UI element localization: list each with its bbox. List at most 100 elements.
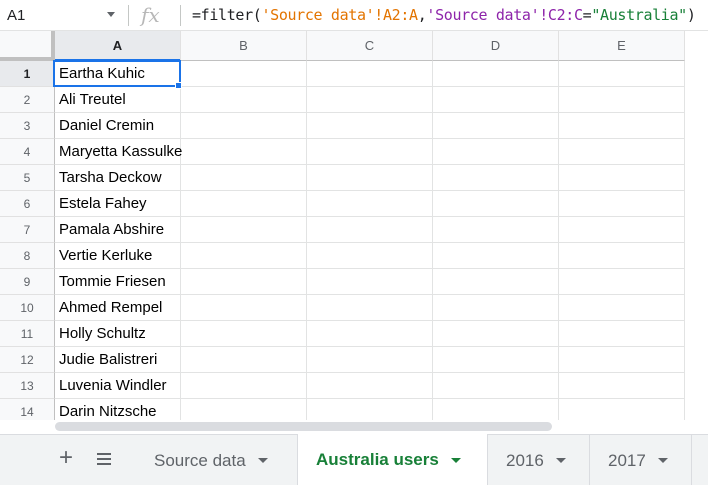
cell-c5[interactable] [307,165,433,191]
cell-d2[interactable] [433,87,559,113]
cell-a4[interactable]: Maryetta Kassulke [55,139,182,165]
cell-e4[interactable] [559,139,685,165]
row-header-1[interactable]: 1 [0,61,55,87]
add-sheet-button[interactable]: + [52,445,80,473]
cell-b12[interactable] [181,347,307,373]
row-header-6[interactable]: 6 [0,191,55,217]
cell-e7[interactable] [559,217,685,243]
cell-e5[interactable] [559,165,685,191]
cell-a7[interactable]: Pamala Abshire [55,217,181,243]
row-header-9[interactable]: 9 [0,269,55,295]
sheet-tab-source-data[interactable]: Source data [136,435,298,485]
cell-e8[interactable] [559,243,685,269]
cell-c2[interactable] [307,87,433,113]
cell-c11[interactable] [307,321,433,347]
cell-a14[interactable]: Darin Nitzsche [55,399,181,420]
cell-b6[interactable] [181,191,307,217]
cell-e9[interactable] [559,269,685,295]
cell-d13[interactable] [433,373,559,399]
cell-a8[interactable]: Vertie Kerluke [55,243,181,269]
cell-a6[interactable]: Estela Fahey [55,191,181,217]
row-header-11[interactable]: 11 [0,321,55,347]
cell-c6[interactable] [307,191,433,217]
cell-b3[interactable] [181,113,307,139]
cell-d4[interactable] [433,139,559,165]
cell-a13[interactable]: Luvenia Windler [55,373,181,399]
cell-b10[interactable] [181,295,307,321]
cell-e3[interactable] [559,113,685,139]
column-header-a[interactable]: A [55,31,181,61]
row-header-2[interactable]: 2 [0,87,55,113]
sheet-tab-australia-users[interactable]: Australia users [298,434,488,485]
cell-d3[interactable] [433,113,559,139]
row-header-5[interactable]: 5 [0,165,55,191]
cell-a2[interactable]: Ali Treutel [55,87,181,113]
row-header-12[interactable]: 12 [0,347,55,373]
cell-e2[interactable] [559,87,685,113]
row-header-8[interactable]: 8 [0,243,55,269]
cell-c8[interactable] [307,243,433,269]
fill-handle[interactable] [175,82,182,89]
row-header-3[interactable]: 3 [0,113,55,139]
cell-e12[interactable] [559,347,685,373]
cell-b5[interactable] [181,165,307,191]
chevron-down-icon[interactable] [657,458,668,463]
chevron-down-icon[interactable] [107,12,115,17]
cell-a5[interactable]: Tarsha Deckow [55,165,181,191]
cell-d14[interactable] [433,399,559,420]
row-header-10[interactable]: 10 [0,295,55,321]
cell-b9[interactable] [181,269,307,295]
cell-a10[interactable]: Ahmed Rempel [55,295,181,321]
formula-input[interactable]: =filter('Source data'!A2:A,'Source data'… [192,6,696,24]
chevron-down-icon[interactable] [450,457,461,463]
cell-c7[interactable] [307,217,433,243]
sheet-tab-2017[interactable]: 2017 [590,435,692,485]
cell-b2[interactable] [181,87,307,113]
cell-d9[interactable] [433,269,559,295]
cell-b13[interactable] [181,373,307,399]
cell-c12[interactable] [307,347,433,373]
column-header-b[interactable]: B [181,31,307,61]
cell-c1[interactable] [307,61,433,87]
cell-d11[interactable] [433,321,559,347]
cell-c13[interactable] [307,373,433,399]
cell-d5[interactable] [433,165,559,191]
horizontal-scrollbar[interactable] [55,420,708,434]
cell-e13[interactable] [559,373,685,399]
cell-e10[interactable] [559,295,685,321]
chevron-down-icon[interactable] [555,458,566,463]
row-header-14[interactable]: 14 [0,399,55,420]
cell-a12[interactable]: Judie Balistreri [55,347,181,373]
cell-d6[interactable] [433,191,559,217]
cell-a9[interactable]: Tommie Friesen [55,269,181,295]
cell-d8[interactable] [433,243,559,269]
cell-e6[interactable] [559,191,685,217]
cell-d7[interactable] [433,217,559,243]
row-header-13[interactable]: 13 [0,373,55,399]
cell-b7[interactable] [181,217,307,243]
cell-b8[interactable] [181,243,307,269]
cell-d1[interactable] [433,61,559,87]
cell-b14[interactable] [181,399,307,420]
row-header-4[interactable]: 4 [0,139,55,165]
all-sheets-menu-icon[interactable] [93,449,115,469]
cell-d10[interactable] [433,295,559,321]
cell-a3[interactable]: Daniel Cremin [55,113,181,139]
cell-a11[interactable]: Holly Schultz [55,321,181,347]
cell-c4[interactable] [307,139,433,165]
scrollbar-thumb[interactable] [55,422,552,431]
cell-e1[interactable] [559,61,685,87]
cell-e11[interactable] [559,321,685,347]
cell-b11[interactable] [181,321,307,347]
column-header-c[interactable]: C [307,31,433,61]
cell-b1[interactable] [181,61,307,87]
column-header-e[interactable]: E [559,31,685,61]
cell-c9[interactable] [307,269,433,295]
cell-b4[interactable] [181,139,307,165]
cell-a1[interactable]: Eartha Kuhic [55,61,181,87]
select-all-corner[interactable] [0,31,55,61]
cell-c14[interactable] [307,399,433,420]
column-header-d[interactable]: D [433,31,559,61]
cell-e14[interactable] [559,399,685,420]
row-header-7[interactable]: 7 [0,217,55,243]
